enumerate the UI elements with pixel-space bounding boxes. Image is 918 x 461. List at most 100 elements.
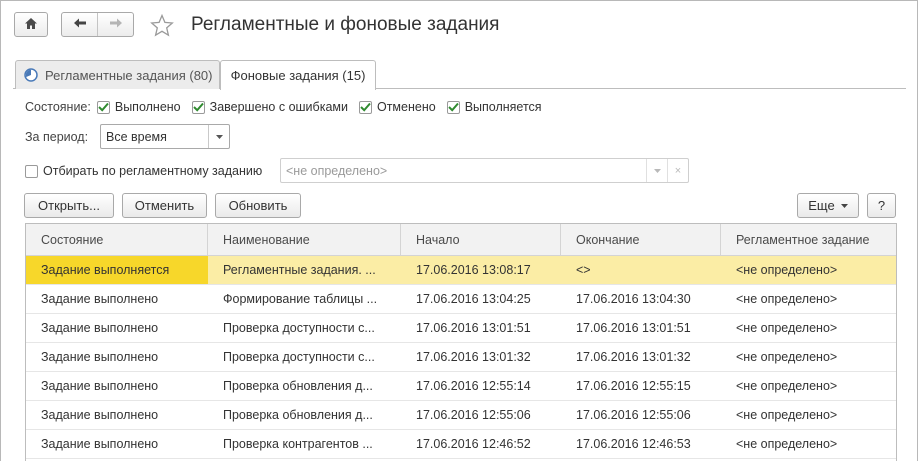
refresh-button[interactable]: Обновить xyxy=(215,193,301,218)
cell-end: 17.06.2016 13:04:30 xyxy=(576,292,691,306)
cell-start: 17.06.2016 12:55:14 xyxy=(416,379,531,393)
cell-scheduled-job: <не определено> xyxy=(736,437,838,451)
period-row: За период: xyxy=(25,124,88,149)
cell-name: Регламентные задания. ... xyxy=(223,263,376,277)
cell-scheduled-job: <не определено> xyxy=(736,350,838,364)
help-button[interactable]: ? xyxy=(867,193,896,218)
tab-scheduled-jobs[interactable]: Регламентные задания (80) xyxy=(15,60,220,89)
checkmark-icon xyxy=(446,100,460,114)
chevron-down-icon xyxy=(653,168,661,173)
checkbox-label: Завершено с ошибками xyxy=(209,100,348,114)
cell-scheduled-job: <не определено> xyxy=(736,321,838,335)
cell-end: 17.06.2016 12:55:15 xyxy=(576,379,691,393)
home-icon xyxy=(24,17,38,33)
page-title: Регламентные и фоновые задания xyxy=(191,14,500,35)
schedule-filter-row: Отбирать по регламентному заданию xyxy=(25,161,273,181)
cell-start: 17.06.2016 12:55:06 xyxy=(416,408,531,422)
navigation-group xyxy=(61,12,134,37)
dropdown-button[interactable] xyxy=(646,159,667,182)
cell-name: Проверка обновления д... xyxy=(223,408,373,422)
cell-state: Задание выполнено xyxy=(41,321,159,335)
more-button[interactable]: Еще xyxy=(797,193,859,218)
cell-name: Формирование таблицы ... xyxy=(223,292,378,306)
checkmark-icon xyxy=(96,100,110,114)
close-icon: × xyxy=(674,164,682,177)
cell-state: Задание выполнено xyxy=(41,292,159,306)
clock-icon xyxy=(24,68,38,82)
cell-scheduled-job: <не определено> xyxy=(736,408,838,422)
cell-start: 17.06.2016 13:08:17 xyxy=(416,263,531,277)
cell-state: Задание выполнено xyxy=(41,408,159,422)
checkbox-label: Выполнено xyxy=(114,100,181,114)
cancel-button[interactable]: Отменить xyxy=(122,193,207,218)
cell-state: Задание выполнено xyxy=(41,350,159,364)
checkbox-label: Отменено xyxy=(376,100,436,114)
table-row[interactable]: Задание выполнено Проверка обновления д.… xyxy=(26,372,896,401)
cell-scheduled-job: <не определено> xyxy=(736,292,838,306)
table-row[interactable]: Задание выполнено Проверка доступности с… xyxy=(26,343,896,372)
cell-name: Проверка доступности с... xyxy=(223,350,375,364)
column-header-state[interactable]: Состояние xyxy=(26,224,208,255)
cell-name: Проверка контрагентов ... xyxy=(223,437,373,451)
clear-button[interactable]: × xyxy=(667,159,688,182)
column-header-scheduled-job[interactable]: Регламентное задание xyxy=(721,224,896,255)
home-button[interactable] xyxy=(14,12,48,37)
more-label: Еще xyxy=(808,198,835,213)
table-row[interactable]: Задание выполнено Проверка обновления д.… xyxy=(26,401,896,430)
cell-name: Проверка обновления д... xyxy=(223,379,373,393)
cell-scheduled-job: <не определено> xyxy=(736,263,838,277)
cell-scheduled-job: <не определено> xyxy=(736,379,838,393)
chevron-down-icon xyxy=(840,203,848,208)
cell-start: 17.06.2016 13:01:51 xyxy=(416,321,531,335)
table-row[interactable]: Задание выполнено Проверка доступности с… xyxy=(26,314,896,343)
tab-label: Регламентные задания (80) xyxy=(45,67,213,83)
state-filter-row: Состояние: Выполнено Завершено с ошибкам… xyxy=(25,97,553,117)
cell-end: 17.06.2016 12:46:53 xyxy=(576,437,691,451)
state-checkbox-running[interactable]: Выполняется xyxy=(446,100,542,114)
arrow-right-icon xyxy=(109,17,123,32)
forward-button[interactable] xyxy=(98,13,133,36)
state-checkbox-error[interactable]: Завершено с ошибками xyxy=(191,100,348,114)
cell-state: Задание выполнено xyxy=(41,379,159,393)
window-frame: Регламентные и фоновые задания Регламент… xyxy=(0,0,918,461)
tab-label: Фоновые задания (15) xyxy=(230,68,366,83)
dropdown-button[interactable] xyxy=(208,125,229,148)
table-row[interactable]: Задание выполнено Формирование таблицы .… xyxy=(26,285,896,314)
checkmark-icon xyxy=(358,100,372,114)
period-label: За период: xyxy=(25,129,89,144)
state-label: Состояние: xyxy=(25,100,91,114)
cell-start: 17.06.2016 12:46:52 xyxy=(416,437,531,451)
cell-name: Проверка доступности с... xyxy=(223,321,375,335)
cell-end: 17.06.2016 12:55:06 xyxy=(576,408,691,422)
cell-start: 17.06.2016 13:01:32 xyxy=(416,350,531,364)
checkmark-icon xyxy=(191,100,205,114)
schedule-filter-value: <не определено> xyxy=(286,163,388,178)
arrow-left-icon xyxy=(73,17,87,32)
checkbox-box xyxy=(25,164,38,178)
schedule-filter-field[interactable]: <не определено> × xyxy=(280,158,689,183)
chevron-down-icon xyxy=(215,134,223,139)
table-header: Состояние Наименование Начало Окончание … xyxy=(26,224,896,256)
column-header-end[interactable]: Окончание xyxy=(561,224,721,255)
cell-end: 17.06.2016 13:01:51 xyxy=(576,321,691,335)
cell-end: <> xyxy=(576,263,591,277)
column-header-start[interactable]: Начало xyxy=(401,224,561,255)
cell-start: 17.06.2016 13:04:25 xyxy=(416,292,531,306)
table-row[interactable]: Задание выполняется Регламентные задания… xyxy=(26,256,896,285)
favorite-star-icon[interactable] xyxy=(150,13,174,40)
tab-background-jobs[interactable]: Фоновые задания (15) xyxy=(220,60,376,90)
back-button[interactable] xyxy=(62,13,97,36)
state-checkbox-done[interactable]: Выполнено xyxy=(96,100,181,114)
open-button[interactable]: Открыть... xyxy=(24,193,114,218)
cell-end: 17.06.2016 13:01:32 xyxy=(576,350,691,364)
table-row[interactable]: Задание выполнено Проверка контрагентов … xyxy=(26,430,896,459)
state-checkbox-cancelled[interactable]: Отменено xyxy=(358,100,436,114)
schedule-filter-checkbox[interactable]: Отбирать по регламентному заданию xyxy=(25,164,262,178)
jobs-table: Состояние Наименование Начало Окончание … xyxy=(25,223,897,461)
column-header-name[interactable]: Наименование xyxy=(208,224,401,255)
period-select[interactable]: Все время xyxy=(100,124,230,149)
period-value: Все время xyxy=(106,129,167,144)
cell-state: Задание выполнено xyxy=(41,437,159,451)
checkbox-label: Отбирать по регламентному заданию xyxy=(43,164,263,178)
cell-state: Задание выполняется xyxy=(26,256,208,284)
